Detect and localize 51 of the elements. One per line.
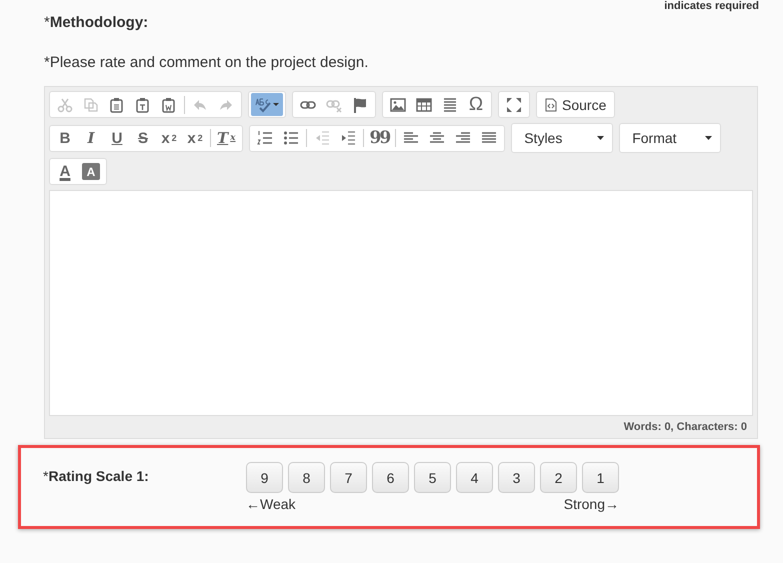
strikethrough-button[interactable]: S [130,126,156,150]
styles-dropdown[interactable]: Styles [511,123,614,153]
outdent-icon [314,130,330,146]
omega-glyph[interactable]: Ω [463,93,489,116]
document-icon [545,98,557,112]
flag-icon [352,96,368,112]
required-note: indicates required [664,0,759,12]
low-end-label: ←Weak [246,496,296,512]
rating-option[interactable]: 2 [540,462,577,493]
format-dropdown[interactable]: Format [619,123,722,153]
word-count: Words: 0, Characters: 0 [622,420,748,434]
background-color-button[interactable]: A [82,163,100,180]
numbered-list-icon [256,130,273,146]
rating-option[interactable]: 5 [414,462,451,493]
superscript-button[interactable]: x$^{2}$ [182,126,208,150]
rating-option[interactable]: 1 [582,462,619,493]
justify-icon [481,130,498,146]
align-left-icon [403,130,420,146]
bulleted-list-icon [282,130,299,146]
rating-option[interactable]: 3 [498,462,535,493]
table-icon [416,96,432,112]
caret-icon [273,103,279,106]
rating-option[interactable]: 6 [372,462,409,493]
rating-option[interactable]: 7 [330,462,367,493]
image-icon [390,96,406,112]
text-color-button[interactable]: A [52,160,78,183]
clipboard-icon [109,96,125,112]
rating-option[interactable]: 9 [246,462,283,493]
clipboard-icon [135,96,151,112]
caret-icon [705,136,712,140]
maximize-icon [506,96,522,112]
clipboard-icon [161,96,177,112]
italic-button[interactable]: I [78,126,104,150]
question-text: *Please rate and comment on the project design. [43,53,370,72]
rating-label: *Rating Scale 1: [43,467,150,484]
scissors-icon [57,96,73,112]
spellcheck-icon [255,96,271,112]
rating-option[interactable]: 4 [456,462,493,493]
section-title: *Methodology: [44,14,148,32]
source-button[interactable]: Source [539,93,612,116]
caret-icon [597,136,604,140]
bold-button[interactable]: B [52,126,78,150]
copy-icon [83,96,99,112]
horizontal-line-icon [442,96,458,112]
rating-option[interactable]: 8 [288,462,325,493]
align-right-icon [455,130,472,146]
high-end-label: Strong→ [564,496,619,512]
indent-icon [340,130,356,146]
align-center-icon [429,130,446,146]
underline-button[interactable]: U [104,126,130,150]
blockquote-button[interactable]: 99 [366,126,394,150]
